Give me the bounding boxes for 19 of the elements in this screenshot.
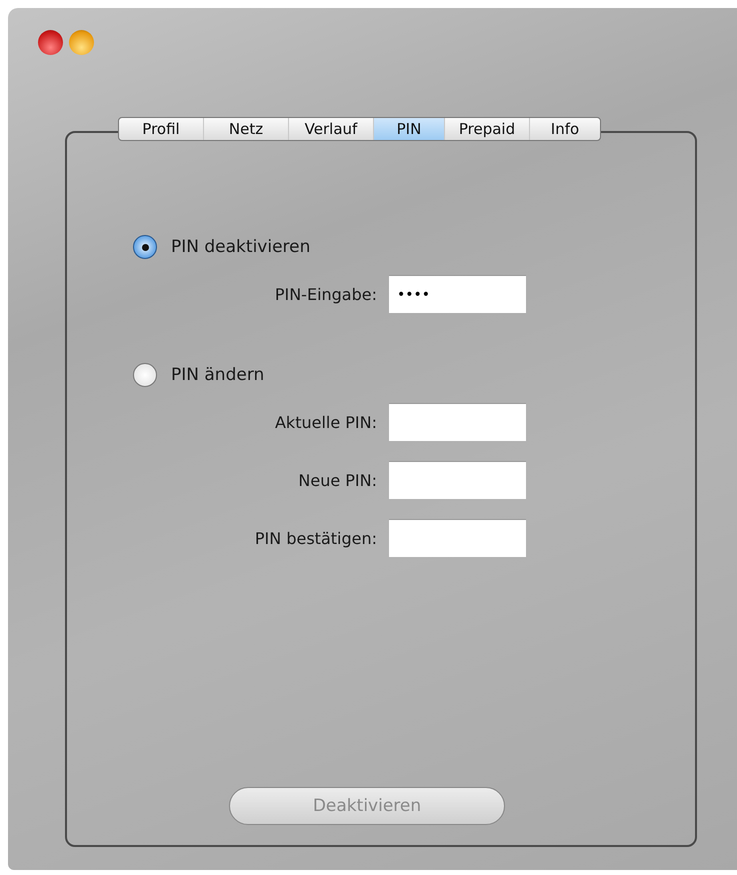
field-label: PIN bestätigen: [254,528,377,548]
input-field[interactable] [389,403,526,441]
input-field[interactable]: •••• [389,275,526,313]
radio-button[interactable] [133,363,157,387]
tab[interactable]: Info [530,118,600,140]
minimize-icon[interactable] [69,30,94,55]
field-label: PIN-Eingabe: [274,284,377,304]
radio-label: PIN ändern [171,365,264,385]
radio-label: PIN deaktivieren [171,237,310,257]
tab[interactable]: Netz [204,118,289,140]
field-label: Neue PIN: [297,470,377,490]
tab[interactable]: Prepaid [445,118,530,140]
input-field[interactable] [389,461,526,499]
input-field[interactable] [389,519,526,557]
tab[interactable]: Profil [119,118,204,140]
close-icon[interactable] [38,30,63,55]
tab[interactable]: PIN [374,118,445,140]
radio-button[interactable] [133,235,157,259]
field-label: Aktuelle PIN: [274,412,377,432]
